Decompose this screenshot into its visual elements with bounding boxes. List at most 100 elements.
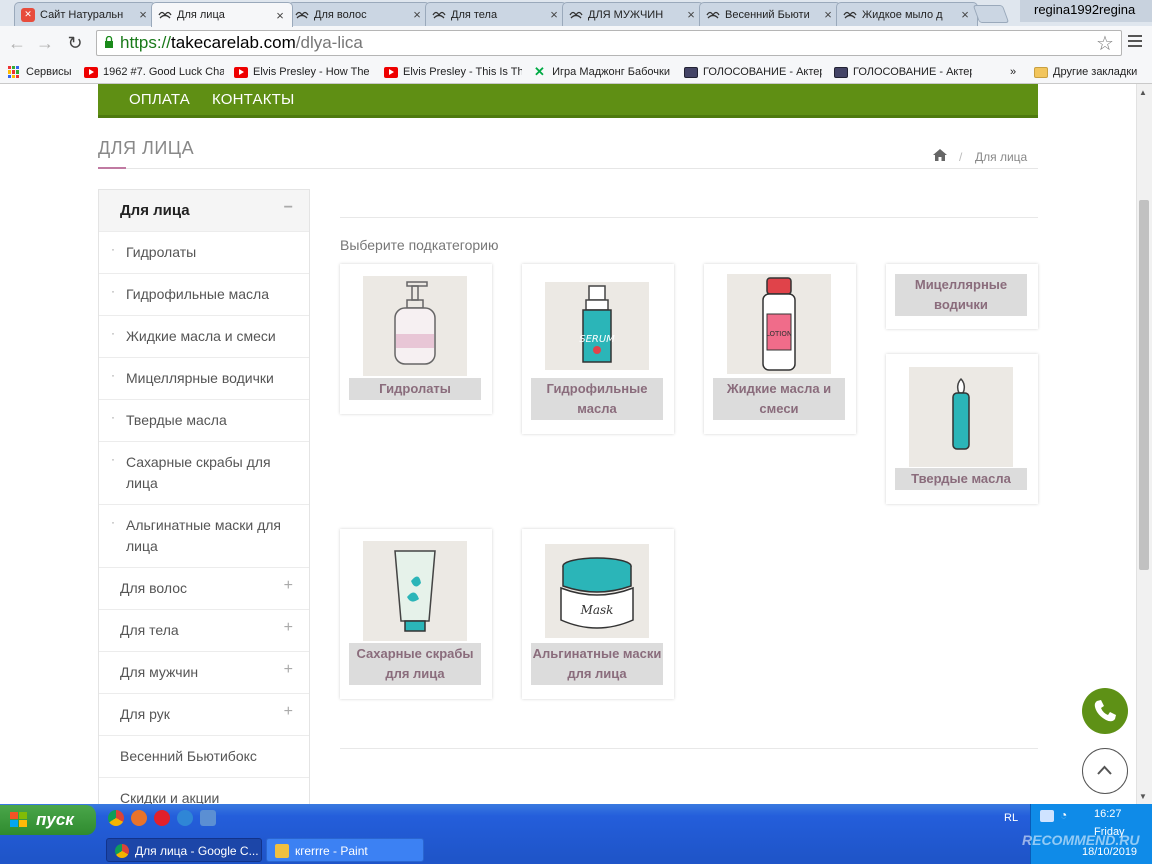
subcategory-card-hydrophilic-oils[interactable]: SERUM Гидрофильные масла [522,264,674,434]
tab-4[interactable]: ДЛЯ МУЖЧИН × [562,2,704,26]
bookmark-item[interactable]: Elvis Presley - How The [234,64,372,80]
bookmark-item[interactable]: 1962 #7. Good Luck Cha [84,64,224,80]
bookmarks-bar: Сервисы 1962 #7. Good Luck Cha Elvis Pre… [0,60,1152,84]
close-icon[interactable]: × [959,7,971,22]
collapse-icon[interactable]: − [284,199,293,217]
subcategory-prompt: Выберите подкатегорию [340,237,499,253]
profile-name[interactable]: regina1992regina [1020,0,1152,22]
sidebar-item-face[interactable]: Для лица − [99,190,309,232]
app-icon[interactable] [200,810,216,826]
sidebar-item-hydrolats[interactable]: Гидролаты [99,232,309,274]
firefox-icon[interactable] [131,810,147,826]
close-icon[interactable]: × [274,8,286,23]
call-button[interactable] [1082,688,1128,734]
sidebar-item-beautybox[interactable]: Весенний Бьютибокс [99,736,309,778]
subcategory-card-liquid-oils[interactable]: LOTION Жидкие масла и смеси [704,264,856,434]
tab-5[interactable]: Весенний Бьюти × [699,2,841,26]
sidebar-item-micellar-water[interactable]: Мицеллярные водички [99,358,309,400]
bookmark-item[interactable]: ГОЛОСОВАНИЕ - Актер [834,64,972,80]
bookmark-item[interactable]: ГОЛОСОВАНИЕ - Актер [684,64,822,80]
sidebar-item-hair[interactable]: Для волос + [99,568,309,610]
tab-label: Сайт Натуральн [40,8,124,21]
chrome-icon[interactable] [108,810,124,826]
taskbar-button-chrome[interactable]: Для лица - Google C... [106,838,262,862]
close-icon[interactable]: × [685,7,697,22]
opera-icon[interactable] [154,810,170,826]
expand-icon[interactable]: + [284,577,293,595]
tab-0[interactable]: ✕ Сайт Натуральн × [14,2,156,26]
paint-icon [275,844,289,858]
clock-time[interactable]: 16:27 [1094,808,1122,820]
tab-2[interactable]: Для волос × [288,2,430,26]
nav-link-contacts[interactable]: КОНТАКТЫ [212,91,295,108]
scrollbar-thumb[interactable] [1139,200,1149,570]
site-logo-icon [706,8,720,22]
subcategory-label: Мицеллярные водички [895,274,1027,316]
scroll-to-top-button[interactable] [1082,748,1128,794]
tab-6[interactable]: Жидкое мыло д × [836,2,978,26]
bookmark-item[interactable]: ✕ Игра Маджонг Бабочки [534,64,670,80]
title-accent [98,167,126,169]
language-indicator[interactable]: RL [1004,812,1018,824]
other-bookmarks[interactable]: Другие закладки [1034,64,1150,80]
close-icon[interactable]: × [548,7,560,22]
subcategory-card-sugar-scrubs[interactable]: Сахарные скрабы для лица [340,529,492,699]
reload-icon[interactable]: ↻ [64,32,86,54]
subcategory-card-solid-oils[interactable]: Твердые масла [886,354,1038,504]
tab-1[interactable]: Для лица × [151,2,293,27]
sidebar-item-solid-oils[interactable]: Твердые масла [99,400,309,442]
subcategory-card-hydrolats[interactable]: Гидролаты [340,264,492,414]
expand-icon[interactable]: + [284,619,293,637]
home-icon[interactable] [933,149,947,161]
subcategory-label: Твердые масла [895,468,1027,490]
expand-icon[interactable]: + [284,703,293,721]
close-icon[interactable]: × [137,7,149,22]
sidebar-item-label: Жидкие масла и смеси [126,328,276,344]
close-icon[interactable]: × [822,7,834,22]
nav-link-payment[interactable]: ОПЛАТА [129,91,190,108]
new-tab-button[interactable] [972,5,1010,23]
url-text[interactable]: https://takecarelab.com/dlya-lica [120,33,363,53]
taskbar-button-paint[interactable]: кгеrrrе - Paint [266,838,424,862]
subcategory-card-micellar-water[interactable]: Мицеллярные водички [886,264,1038,329]
network-icon[interactable] [1040,810,1054,822]
sidebar-item-liquid-oils[interactable]: Жидкие масла и смеси [99,316,309,358]
bookmark-item[interactable]: Elvis Presley - This Is The [384,64,522,80]
sidebar-item-alginate-masks[interactable]: Альгинатные маски для лица [99,505,309,568]
ie-icon[interactable] [177,810,193,826]
close-icon[interactable]: × [411,7,423,22]
bookmark-item[interactable]: Сервисы [8,64,74,80]
wifi-icon[interactable]: ◔ [1060,808,1074,822]
chevron-up-icon [1097,765,1112,775]
scroll-up-arrow-icon[interactable]: ▲ [1139,88,1147,97]
sidebar-item-body[interactable]: Для тела + [99,610,309,652]
chrome-icon [115,844,129,858]
scroll-down-arrow-icon[interactable]: ▼ [1139,792,1147,801]
breadcrumb-separator: / [959,150,963,164]
tab-3[interactable]: Для тела × [425,2,567,26]
back-icon[interactable]: ← [6,32,28,54]
tab-label: Жидкое мыло д [862,8,943,21]
film-icon [834,66,848,78]
subcategory-label: Сахарные скрабы для лица [349,643,481,685]
site-logo-icon [569,8,583,22]
content-divider [340,217,1038,218]
bookmarks-more-button[interactable]: » [1010,64,1024,80]
site-logo-icon [843,8,857,22]
sidebar-item-men[interactable]: Для мужчин + [99,652,309,694]
pump-bottle-icon [363,276,467,376]
sidebar-item-label: Для волос [120,580,187,596]
expand-icon[interactable]: + [284,661,293,679]
subcategory-card-alginate-masks[interactable]: Mask Альгинатные маски для лица [522,529,674,699]
tube-icon [363,541,467,641]
site-logo-icon [158,8,172,22]
sidebar-item-hydrophilic-oils[interactable]: Гидрофильные масла [99,274,309,316]
url-scheme: https:// [120,33,172,52]
menu-icon[interactable] [1128,35,1142,50]
sidebar-item-sugar-scrubs[interactable]: Сахарные скрабы для лица [99,442,309,505]
title-divider [98,168,1038,169]
bookmark-star-icon[interactable]: ☆ [1096,31,1114,56]
forward-icon[interactable]: → [34,32,56,54]
content-divider [340,748,1038,749]
sidebar-item-hands[interactable]: Для рук + [99,694,309,736]
